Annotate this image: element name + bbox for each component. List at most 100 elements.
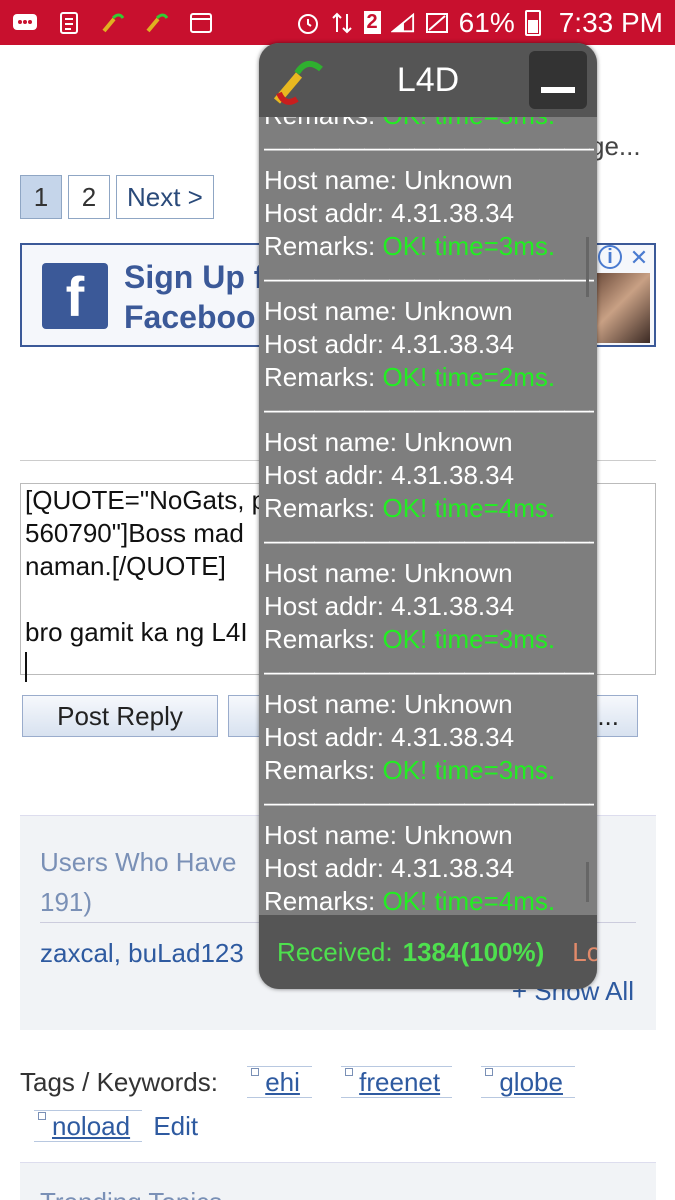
separator-line: ——————————————— <box>264 132 594 162</box>
host-name: Host name: Unknown <box>264 820 513 850</box>
remark-line: Remarks: OK! time=3ms. <box>264 117 594 132</box>
remark-label: Remarks: <box>264 493 383 523</box>
no-signal-icon <box>425 12 449 34</box>
l4d-header[interactable]: L4D <box>259 43 597 117</box>
remark-label: Remarks: <box>264 231 383 261</box>
data-transfer-icon <box>330 12 354 34</box>
host-addr: Host addr: 4.31.38.34 <box>264 198 515 228</box>
tag-label: ehi <box>265 1067 300 1097</box>
scrollbar[interactable] <box>586 237 589 297</box>
edit-tags-link[interactable]: Edit <box>153 1111 198 1141</box>
users-list[interactable]: zaxcal, buLad123 <box>40 938 244 969</box>
reply-text: [QUOTE="NoGats, p 560790"]Boss mad naman… <box>25 485 266 647</box>
remark-value: OK! time=3ms. <box>382 117 555 130</box>
host-addr: Host addr: 4.31.38.34 <box>264 460 515 490</box>
host-name: Host name: Unknown <box>264 558 513 588</box>
trending-topics-box: Trending Topics <box>20 1162 656 1200</box>
host-name: Host name: Unknown <box>264 165 513 195</box>
trending-title: Trending Topics <box>40 1187 222 1200</box>
window-icon <box>188 12 214 34</box>
battery-percent: 61% <box>458 6 515 38</box>
tag-globe[interactable]: globe <box>481 1066 575 1098</box>
l4d-footer: Received: 1384(100%) Lo <box>259 915 597 989</box>
text-caret <box>25 652 27 683</box>
tag-icon <box>38 1112 46 1120</box>
ping-entry: Host name: Unknown Host addr: 4.31.38.34 R… <box>264 426 594 557</box>
ad-info-icon[interactable]: i <box>598 245 622 269</box>
received-value: 1384(100%) <box>402 936 545 967</box>
ad-close-icon[interactable]: ✕ <box>626 245 652 271</box>
remark-line: Remarks: OK! time=3ms. <box>264 230 594 263</box>
post-reply-button[interactable]: Post Reply <box>22 695 218 737</box>
tag-noload[interactable]: noload <box>34 1110 143 1142</box>
l4d-overlay-window[interactable]: L4D Remarks: OK! time=3ms. —————————————… <box>259 43 597 989</box>
tag-label: noload <box>52 1111 131 1141</box>
remark-label: Remarks: <box>264 886 383 913</box>
host-addr: Host addr: 4.31.38.34 <box>264 853 515 883</box>
page-1-button[interactable]: 1 <box>20 175 62 219</box>
ad-photo <box>594 273 650 343</box>
separator-line: ——————————————— <box>264 525 594 555</box>
remark-line: Remarks: OK! time=2ms. <box>264 361 594 394</box>
users-box-title-line2: 191) <box>40 887 93 917</box>
remark-label: Remarks: <box>264 755 383 785</box>
separator-line: ——————————————— <box>264 263 594 293</box>
ping-entry: Host name: Unknown Host addr: 4.31.38.34 R… <box>264 557 594 688</box>
tag-icon <box>251 1068 260 1076</box>
sim-badge: 2 <box>363 11 381 34</box>
page-info-text: ge... <box>590 131 641 161</box>
scrollbar[interactable] <box>586 862 589 902</box>
note-icon <box>56 11 82 34</box>
remark-line: Remarks: OK! time=4ms. <box>264 492 594 525</box>
ad-text: Sign Up f Faceboo <box>124 257 264 337</box>
l4d-app-icon <box>100 12 126 34</box>
users-box-title: Users Who Have 191) <box>40 842 237 922</box>
ad-line-1: Sign Up f <box>124 259 265 295</box>
remark-value: OK! time=3ms. <box>382 231 556 261</box>
remark-line: Remarks: OK! time=3ms. <box>264 754 594 787</box>
remark-value: OK! time=3ms. <box>382 624 556 654</box>
host-addr: Host addr: 4.31.38.34 <box>264 722 515 752</box>
pagination: 1 2 Next > <box>20 175 214 219</box>
remark-line: Remarks: OK! time=4ms. <box>264 885 594 913</box>
received-label: Received: <box>277 936 393 967</box>
message-icon <box>12 12 38 34</box>
l4d-app-icon <box>144 12 170 34</box>
remark-value: OK! time=2ms. <box>382 362 556 392</box>
remark-line: Remarks: OK! time=3ms. <box>264 623 594 656</box>
tag-icon <box>485 1068 494 1076</box>
minimize-button[interactable] <box>529 51 587 109</box>
signal-icon <box>390 12 415 34</box>
tag-ehi[interactable]: ehi <box>247 1066 312 1098</box>
alarm-icon <box>296 12 320 34</box>
host-addr: Host addr: 4.31.38.34 <box>264 591 515 621</box>
next-page-button[interactable]: Next > <box>116 175 214 219</box>
host-name: Host name: Unknown <box>264 427 513 457</box>
next-page-label: Next > <box>127 181 203 212</box>
ping-entry: Host name: Unknown Host addr: 4.31.38.34 R… <box>264 164 594 295</box>
host-addr: Host addr: 4.31.38.34 <box>264 329 515 359</box>
separator-line: ——————————————— <box>264 787 594 817</box>
tags-section: Tags / Keywords: ehi freenet globe noloa… <box>20 1060 660 1148</box>
remark-value: OK! time=4ms. <box>382 886 556 913</box>
page-2-button[interactable]: 2 <box>68 175 110 219</box>
status-bar: 2 61% 7:33 PM <box>0 0 675 45</box>
tag-label: globe <box>499 1067 563 1097</box>
users-box-title-line1: Users Who Have <box>40 847 237 877</box>
tag-freenet[interactable]: freenet <box>341 1066 453 1098</box>
separator-line: ——————————————— <box>264 394 594 424</box>
tags-label: Tags / Keywords: <box>20 1067 218 1097</box>
ping-log[interactable]: Remarks: OK! time=3ms. ——————————————— H… <box>259 117 597 913</box>
remark-value: OK! time=4ms. <box>382 493 556 523</box>
ping-entry: Host name: Unknown Host addr: 4.31.38.34 R… <box>264 688 594 819</box>
ad-line-2: Faceboo <box>124 299 256 335</box>
remark-label: Remarks: <box>264 624 383 654</box>
tag-icon <box>345 1068 354 1076</box>
battery-icon <box>524 9 541 36</box>
remark-label: Remarks: <box>264 117 382 130</box>
host-name: Host name: Unknown <box>264 689 513 719</box>
host-name: Host name: Unknown <box>264 296 513 326</box>
tag-label: freenet <box>359 1067 441 1097</box>
ping-entry: Host name: Unknown Host addr: 4.31.38.34 R… <box>264 819 594 913</box>
separator-line: ——————————————— <box>264 656 594 686</box>
